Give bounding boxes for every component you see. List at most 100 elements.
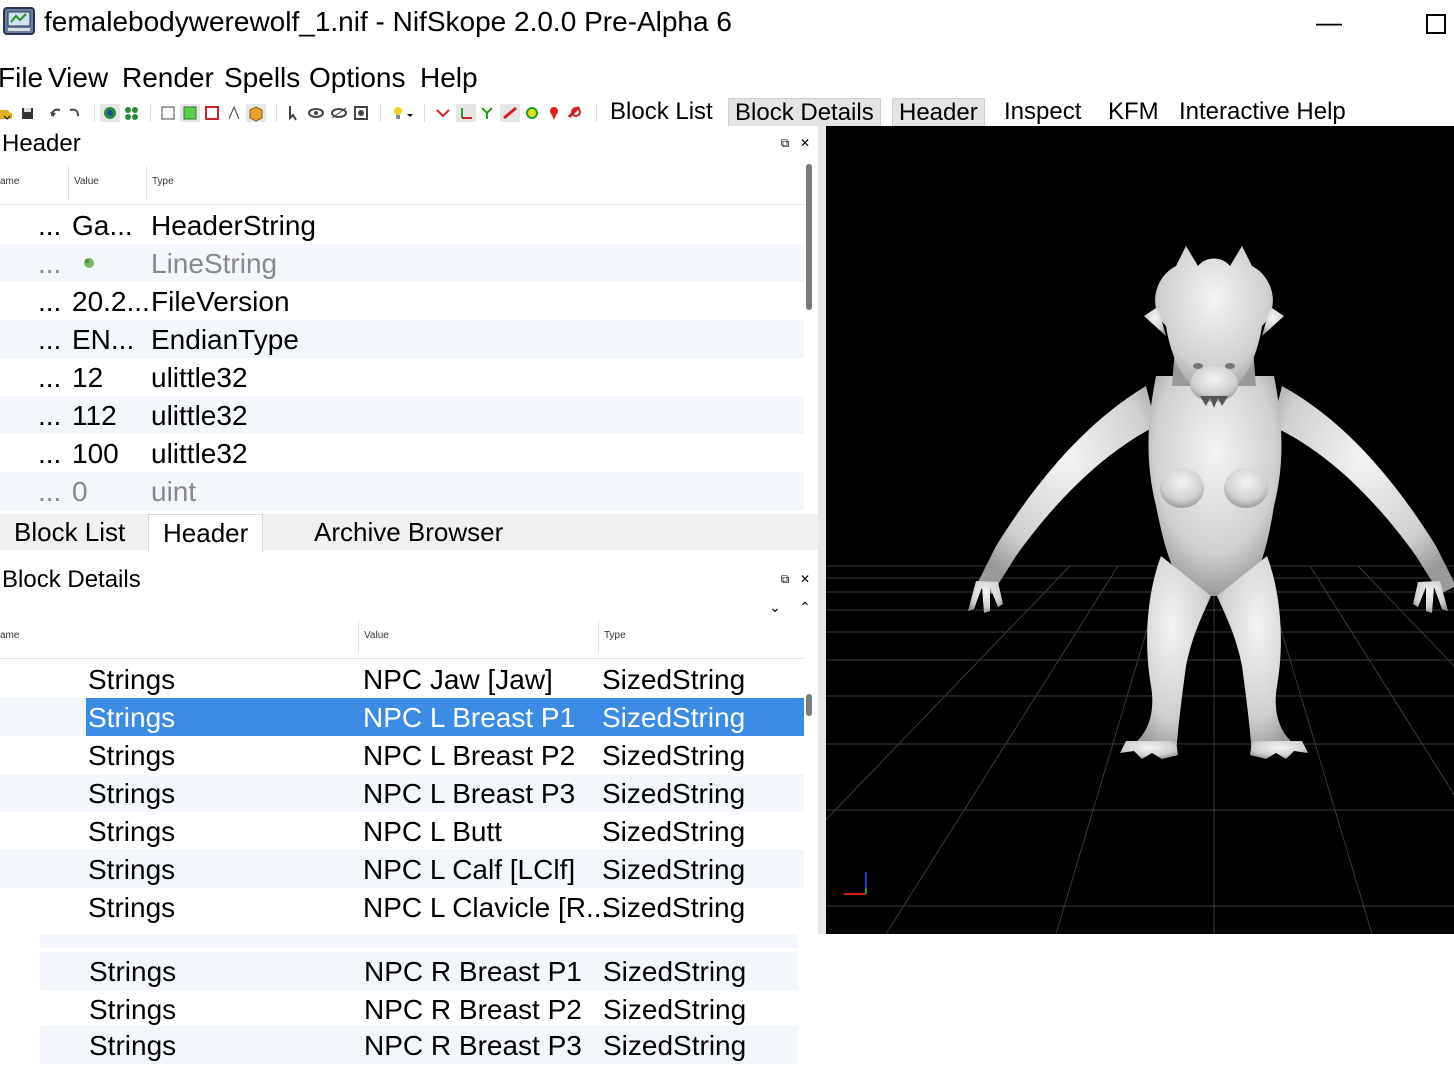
table-row[interactable]: Strings NPC R Breast P1 SizedString bbox=[40, 952, 798, 990]
flag-icon[interactable] bbox=[125, 107, 138, 120]
row-type: SizedString bbox=[602, 778, 746, 809]
row-type: SizedString bbox=[602, 816, 746, 847]
row-type: SizedString bbox=[602, 740, 746, 771]
row-name: Strings bbox=[89, 1030, 177, 1061]
column-header-name[interactable]: ame bbox=[0, 176, 19, 187]
dock-toggle-inspect[interactable]: Inspect bbox=[998, 98, 1087, 126]
column-header-type[interactable]: Type bbox=[604, 630, 626, 641]
redo-icon[interactable] bbox=[69, 108, 79, 117]
tab-archive-browser[interactable]: Archive Browser bbox=[300, 514, 517, 550]
maximize-button[interactable] bbox=[1414, 0, 1454, 46]
table-row[interactable]: ... 100 ulittle32 bbox=[0, 434, 804, 472]
save-icon[interactable] bbox=[22, 108, 33, 119]
bulb-icon[interactable] bbox=[394, 107, 413, 119]
table-row[interactable]: ... 0 uint bbox=[0, 472, 804, 510]
row-value: NPC R Breast P2 bbox=[364, 994, 582, 1025]
render-viewport[interactable] bbox=[826, 126, 1454, 934]
nifskope-app-icon bbox=[3, 7, 35, 35]
window-title: femalebodywerewolf_1.nif - NifSkope 2.0.… bbox=[44, 6, 732, 37]
column-header-value[interactable]: Value bbox=[364, 630, 389, 641]
window-icon[interactable] bbox=[161, 106, 175, 120]
menu-spells[interactable]: Spells bbox=[224, 62, 300, 94]
table-row[interactable]: ... 112 ulittle32 bbox=[0, 396, 804, 434]
row-name: Strings bbox=[89, 956, 177, 987]
close-icon[interactable]: ✕ bbox=[798, 136, 812, 150]
overflow-rows: Strings NPC R Breast P1 SizedString Stri… bbox=[40, 950, 798, 1064]
square-icon[interactable] bbox=[180, 104, 200, 122]
header-scrollbar-thumb[interactable] bbox=[806, 164, 812, 310]
menu-file[interactable]: File bbox=[0, 62, 43, 94]
node-icon[interactable] bbox=[481, 107, 493, 119]
screenshot-icon[interactable] bbox=[354, 106, 368, 120]
undo-icon[interactable] bbox=[50, 108, 61, 117]
dock-toggle-kfm[interactable]: KFM bbox=[1102, 98, 1165, 126]
table-row[interactable]: Strings NPC R Breast P3 SizedString bbox=[40, 1026, 798, 1064]
table-row[interactable]: ... 12 ulittle32 bbox=[0, 358, 804, 396]
row-type: ulittle32 bbox=[151, 362, 248, 393]
axes-icon[interactable] bbox=[436, 109, 450, 118]
row-type: SizedString bbox=[602, 892, 746, 923]
tab-header[interactable]: Header bbox=[148, 514, 264, 553]
tab-block-list[interactable]: Block List bbox=[0, 514, 139, 550]
dock-toggle-header[interactable]: Header bbox=[892, 98, 985, 128]
row-value: 100 bbox=[72, 438, 119, 469]
table-row[interactable]: Strings NPC Jaw [Jaw] SizedString bbox=[0, 660, 804, 698]
close-icon[interactable]: ✕ bbox=[798, 572, 812, 586]
row-value: NPC L Calf [LClf] bbox=[363, 854, 576, 885]
eye2-icon[interactable] bbox=[331, 107, 347, 119]
dock-splitter[interactable] bbox=[818, 126, 826, 934]
menu-help[interactable]: Help bbox=[420, 62, 478, 94]
table-row[interactable]: ... Ga... HeaderString bbox=[0, 206, 804, 244]
select-icon[interactable] bbox=[100, 104, 120, 122]
dock-toggle-interactive-help[interactable]: Interactive Help bbox=[1173, 98, 1352, 126]
eraser-icon[interactable] bbox=[567, 105, 581, 119]
cube-red-icon[interactable] bbox=[205, 106, 219, 120]
row-type: HeaderString bbox=[151, 210, 316, 241]
details-scrollbar-thumb[interactable] bbox=[806, 694, 812, 716]
box-icon[interactable] bbox=[246, 104, 266, 122]
details-table-head: ame Value Type bbox=[0, 616, 804, 659]
color-swatch-icon bbox=[84, 258, 94, 268]
xy-axes-icon[interactable] bbox=[456, 104, 476, 122]
menu-view[interactable]: View bbox=[48, 62, 108, 94]
table-row[interactable]: Strings NPC L Clavicle [R... SizedString bbox=[0, 888, 804, 926]
row-type: SizedString bbox=[603, 956, 747, 987]
row-type: LineString bbox=[151, 248, 278, 279]
table-row[interactable]: ... 20.2... FileVersion bbox=[0, 282, 804, 320]
table-row[interactable]: Strings NPC L Butt SizedString bbox=[0, 812, 804, 850]
cube-icon[interactable] bbox=[228, 105, 240, 120]
dock-toggle-block-details[interactable]: Block Details bbox=[728, 98, 881, 128]
row-type: SizedString bbox=[602, 664, 746, 695]
details-scrollbar[interactable] bbox=[804, 616, 816, 930]
row-value: Ga... bbox=[72, 210, 133, 241]
open-icon[interactable] bbox=[0, 110, 12, 120]
marker-icon[interactable] bbox=[526, 107, 538, 119]
menu-options[interactable]: Options bbox=[309, 62, 406, 94]
float-icon[interactable]: ⧉ bbox=[778, 572, 792, 586]
column-header-value[interactable]: Value bbox=[74, 176, 99, 187]
table-row[interactable]: Strings NPC R Breast P2 SizedString bbox=[40, 990, 798, 1028]
menu-render[interactable]: Render bbox=[122, 62, 214, 94]
expand-all-icon[interactable]: ⌄ bbox=[768, 600, 782, 614]
table-row[interactable]: ... EN... EndianType bbox=[0, 320, 804, 358]
table-row-selected[interactable]: Strings NPC L Breast P1 SizedString bbox=[0, 698, 804, 736]
header-table-body: ... Ga... HeaderString ... LineString ..… bbox=[0, 206, 804, 510]
collapse-all-icon[interactable]: ⌃ bbox=[798, 600, 812, 614]
pin-icon[interactable] bbox=[550, 107, 558, 120]
werewolf-model bbox=[968, 246, 1454, 759]
minimize-button[interactable]: — bbox=[1304, 0, 1354, 46]
column-header-type[interactable]: Type bbox=[152, 176, 174, 187]
row-name: ... bbox=[38, 286, 62, 317]
table-row[interactable]: ... LineString bbox=[0, 244, 804, 282]
table-row[interactable]: Strings NPC L Breast P2 SizedString bbox=[0, 736, 804, 774]
table-row[interactable]: Strings NPC L Breast P3 SizedString bbox=[0, 774, 804, 812]
column-header-name[interactable]: ame bbox=[0, 630, 19, 641]
pointer-icon[interactable] bbox=[289, 106, 297, 121]
float-icon[interactable]: ⧉ bbox=[778, 136, 792, 150]
dock-toggle-block-list[interactable]: Block List bbox=[604, 98, 719, 126]
header-scrollbar[interactable] bbox=[804, 162, 816, 510]
row-value: NPC L Clavicle [R... bbox=[363, 892, 610, 923]
eye-icon[interactable] bbox=[308, 108, 324, 118]
light-icon[interactable] bbox=[500, 104, 520, 122]
table-row[interactable]: Strings NPC L Calf [LClf] SizedString bbox=[0, 850, 804, 888]
